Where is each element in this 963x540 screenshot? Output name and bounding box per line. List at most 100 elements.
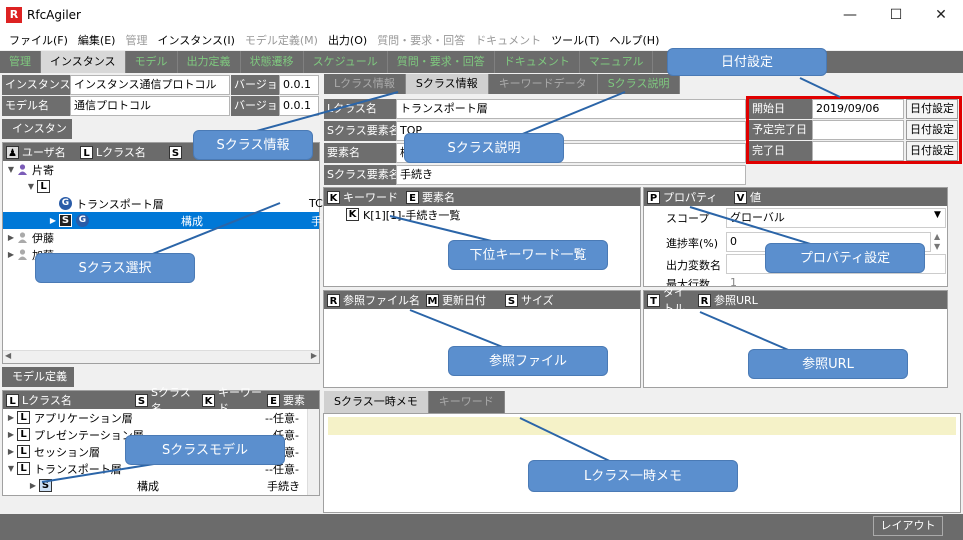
memo-text-area[interactable]	[328, 417, 956, 435]
menu-question[interactable]: 質問・要求・回答	[372, 32, 470, 48]
tab-model[interactable]: モデル	[126, 51, 178, 73]
sfield-value-0[interactable]: トランスポート層	[396, 99, 746, 119]
expand-arrow-icon[interactable]: ▶	[5, 413, 17, 422]
user-icon	[17, 232, 28, 243]
model-row-extra: --任意-	[265, 411, 299, 425]
minimize-button[interactable]: —	[827, 0, 873, 30]
tab-sclass-info[interactable]: Sクラス情報	[405, 74, 489, 94]
menu-manage[interactable]: 管理	[120, 32, 152, 48]
tab-sclass-desc[interactable]: Sクラス説明	[597, 74, 681, 94]
collapse-arrow-icon[interactable]: ▼	[25, 182, 37, 191]
sfield-label-1: Sクラス要素名	[324, 121, 396, 141]
tree-row-lclass[interactable]: ▼ L	[3, 178, 319, 195]
lclass-col-icon: L	[80, 145, 93, 159]
spinner-icon[interactable]: ▲ ▼	[934, 232, 940, 252]
tab-document[interactable]: ドキュメント	[495, 51, 580, 73]
tab-output[interactable]: 出力定義	[178, 51, 241, 73]
callout-property-settings: プロパティ設定	[765, 243, 925, 273]
vertical-scrollbar[interactable]	[307, 409, 319, 495]
instance-version-field[interactable]: 0.0.1	[279, 75, 319, 95]
expand-arrow-icon[interactable]: ▶	[5, 250, 17, 259]
date-value-start[interactable]: 2019/09/06	[812, 99, 904, 119]
prop-scope-select[interactable]: グローバル	[726, 208, 946, 228]
ref-file-col-icon: R	[327, 293, 340, 307]
expand-arrow-icon[interactable]: ▶	[47, 216, 59, 225]
sfield-label-3: Sクラス要素名	[324, 165, 396, 185]
tab-schedule[interactable]: スケジュール	[304, 51, 388, 73]
tree-row-extra: 手	[311, 214, 322, 228]
title-col-header: タイトル	[663, 286, 685, 315]
lclass-icon: L	[37, 180, 50, 193]
layout-button[interactable]: レイアウト	[873, 516, 943, 536]
size-col-icon: S	[505, 293, 518, 307]
collapse-arrow-icon[interactable]: ▼	[5, 165, 17, 174]
sfield-value-3[interactable]: 手続き	[396, 165, 746, 185]
sclass-icon: S	[59, 214, 72, 227]
menu-edit[interactable]: 編集(E)	[73, 32, 121, 48]
lclass-icon: L	[17, 445, 30, 458]
date-value-planned[interactable]	[812, 120, 904, 140]
scroll-left-icon[interactable]: ◀	[5, 351, 11, 360]
horizontal-scrollbar[interactable]: ◀ ▶	[3, 350, 319, 363]
tab-lclass-info[interactable]: Lクラス情報	[324, 74, 406, 94]
scroll-right-icon[interactable]: ▶	[311, 351, 317, 360]
model-version-field[interactable]: 0.0.1	[279, 96, 319, 116]
expand-arrow-icon[interactable]: ▶	[27, 481, 39, 490]
menu-instance[interactable]: インスタンス(I)	[152, 32, 239, 48]
model-element-header: 要素	[283, 394, 305, 407]
date-set-button-complete[interactable]: 日付設定	[906, 141, 958, 161]
close-button[interactable]: ✕	[918, 0, 963, 30]
url-col-header: 参照URL	[714, 294, 758, 307]
title-bar: R RfcAgiler — ☐ ✕	[0, 0, 963, 30]
tab-keyword-memo[interactable]: キーワード	[428, 391, 505, 413]
model-def-tab[interactable]: モデル定義	[2, 367, 74, 387]
tab-keyword-data[interactable]: キーワードデータ	[488, 74, 598, 94]
menu-tools[interactable]: ツール(T)	[546, 32, 604, 48]
lclass-col-icon: L	[6, 393, 19, 407]
model-tree-header: L Lクラス名 S Sクラス名 K キーワード E 要素	[3, 386, 319, 415]
model-name-field[interactable]: 通信プロトコル	[70, 96, 230, 116]
keyword-col-icon: K	[327, 190, 340, 204]
keyword-list-item[interactable]: K K[1][1]-手続き一覧	[324, 206, 640, 223]
status-bar: レイアウト	[0, 514, 963, 540]
reference-file-header: R 参照ファイル名 M 更新日付 S サイズ	[324, 291, 640, 309]
menu-output[interactable]: 出力(O)	[323, 32, 372, 48]
tab-instance[interactable]: インスタンス	[41, 51, 126, 73]
prop-maxrows-value: 1	[730, 276, 737, 286]
model-version-label: バージョン	[231, 96, 279, 116]
tree-row-user-katayose[interactable]: ▼ 片寄	[3, 161, 319, 178]
sclass-icon: S	[39, 479, 52, 492]
tab-question[interactable]: 質問・要求・回答	[388, 51, 495, 73]
maximize-button[interactable]: ☐	[873, 0, 919, 30]
date-set-button-planned[interactable]: 日付設定	[906, 120, 958, 140]
tree-row-transport[interactable]: G トランスポート層 TC	[3, 195, 323, 212]
tab-manage[interactable]: 管理	[0, 51, 41, 73]
tree-row-user-ito[interactable]: ▶ 伊藤	[3, 229, 319, 246]
date-value-complete[interactable]	[812, 141, 904, 161]
instance-panel-tab[interactable]: インスタンス	[2, 119, 72, 155]
menu-help[interactable]: ヘルプ(H)	[605, 32, 665, 48]
menu-model[interactable]: モデル定義(M)	[240, 32, 323, 48]
size-col-header: サイズ	[521, 294, 554, 307]
dropdown-arrow-icon[interactable]: ▼	[934, 210, 941, 220]
expand-arrow-icon[interactable]: ▶	[5, 233, 17, 242]
title-col-icon: T	[647, 293, 660, 307]
menu-document[interactable]: ドキュメント	[470, 32, 546, 48]
expand-arrow-icon[interactable]: ▶	[5, 430, 17, 439]
tab-sclass-memo[interactable]: Sクラス一時メモ	[324, 391, 429, 413]
user-icon	[17, 164, 28, 175]
tree-row-label: 伊藤	[32, 231, 54, 245]
collapse-arrow-icon[interactable]: ▼	[5, 464, 17, 473]
keyword-col-header: キーワード	[343, 191, 398, 204]
sclass-col-icon: S	[135, 393, 148, 407]
model-row-sclass[interactable]: ▶ S 構成 手続き	[3, 477, 319, 494]
expand-arrow-icon[interactable]: ▶	[5, 447, 17, 456]
tree-row-selected-sclass[interactable]: ▶ S G 構成 手	[3, 212, 322, 229]
reference-url-header: T タイトル R 参照URL	[644, 286, 947, 315]
model-row-application[interactable]: ▶ L アプリケーション層 --任意-	[3, 409, 319, 426]
instance-name-field[interactable]: インスタンス通信プロトコル	[70, 75, 230, 95]
menu-file[interactable]: ファイル(F)	[4, 32, 73, 48]
tab-state[interactable]: 状態遷移	[241, 51, 304, 73]
date-set-button-start[interactable]: 日付設定	[906, 99, 958, 119]
tab-manual[interactable]: マニュアル	[580, 51, 654, 73]
